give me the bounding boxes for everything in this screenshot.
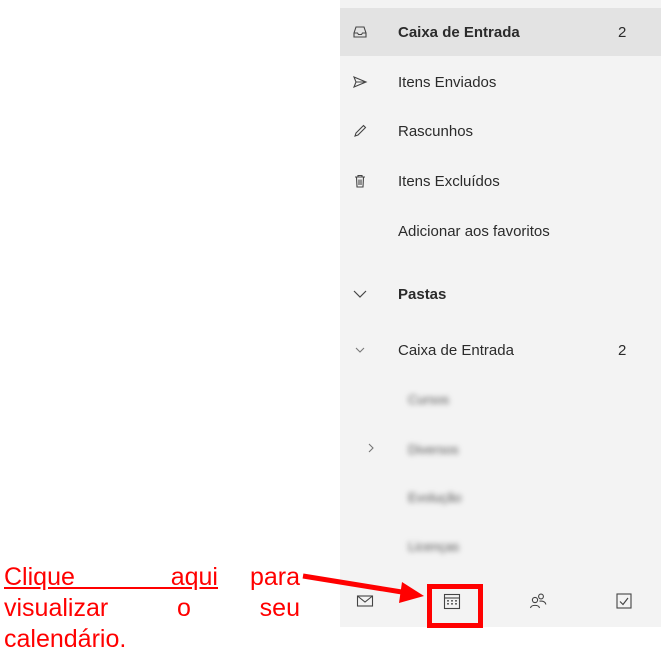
annotation-link: Clique aqui	[4, 563, 218, 591]
calendar-highlight-box	[427, 584, 483, 628]
annotation-text: Clique aqui para visualizar o seu calend…	[4, 562, 300, 655]
